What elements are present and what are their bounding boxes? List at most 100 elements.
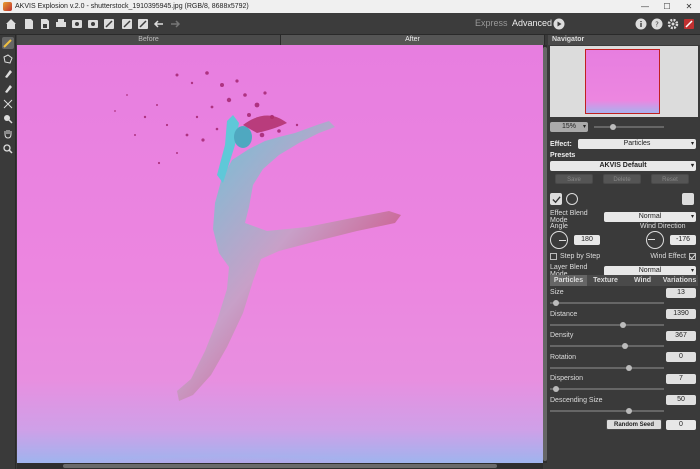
descending-size-input[interactable]: 50 xyxy=(666,395,696,405)
mask-brush-icon[interactable] xyxy=(2,83,14,95)
navigator-thumbnail[interactable] xyxy=(585,49,660,114)
settings-gear-icon[interactable] xyxy=(666,17,680,31)
size-input[interactable]: 13 xyxy=(666,287,696,298)
save-preset-button[interactable]: Save xyxy=(555,174,593,184)
step-by-step-label: Step by Step xyxy=(560,253,601,260)
presets-label: Presets xyxy=(550,152,576,159)
close-button[interactable]: ✕ xyxy=(678,0,700,13)
dispersion-slider[interactable] xyxy=(550,386,664,392)
help-icon[interactable]: ? xyxy=(650,17,664,31)
tab-wind[interactable]: Wind xyxy=(624,275,661,286)
dispersion-label: Dispersion xyxy=(550,375,584,382)
presets-select[interactable]: AKVIS Default ▾ xyxy=(550,161,696,171)
effect-blend-mode-label: Effect Blend Mode xyxy=(550,210,588,224)
delete-preset-button[interactable]: Delete xyxy=(603,174,641,184)
texture-mode-icon[interactable] xyxy=(566,193,578,205)
wind-effect-label: Wind Effect xyxy=(650,253,686,260)
size-slider-knob[interactable] xyxy=(553,300,559,306)
settings-panel: Navigator 15% ▾ Effect: Particles ▾ Preset… xyxy=(548,35,700,469)
view-tabs: Before After xyxy=(17,35,545,45)
effect-blend-mode-value: Normal xyxy=(638,213,662,220)
svg-text:?: ? xyxy=(655,21,659,29)
direction-brush-icon[interactable] xyxy=(2,37,14,49)
rotation-slider[interactable] xyxy=(550,364,664,371)
hand-icon[interactable] xyxy=(2,128,14,140)
distance-slider[interactable] xyxy=(550,321,664,328)
title-bar: AKVIS Explosion v.2.0 - shutterstock_191… xyxy=(0,0,700,13)
angle-dial[interactable] xyxy=(550,231,568,249)
undo-icon[interactable] xyxy=(152,17,166,31)
app-icon xyxy=(3,2,12,11)
color-picker-icon[interactable] xyxy=(2,113,14,125)
effect-select[interactable]: Particles ▾ xyxy=(578,139,696,149)
image-canvas[interactable] xyxy=(17,45,543,463)
vertical-scrollbar[interactable] xyxy=(543,45,547,463)
save-file-icon[interactable] xyxy=(38,17,52,31)
info-icon[interactable] xyxy=(634,17,648,31)
wind-direction-input[interactable]: -176 xyxy=(670,235,696,245)
reset-preset-button[interactable]: Reset xyxy=(651,174,689,184)
descending-size-slider-knob[interactable] xyxy=(626,407,632,414)
dispersion-slider-knob[interactable] xyxy=(553,386,559,392)
angle-label: Angle xyxy=(550,223,568,230)
tools-panel xyxy=(0,35,16,469)
tool-b-icon[interactable] xyxy=(136,17,150,31)
tab-before[interactable]: Before xyxy=(17,35,281,45)
effect-blend-mode-select[interactable]: Normal ▾ xyxy=(604,212,696,222)
angle-input[interactable]: 180 xyxy=(574,235,600,245)
zoom-slider[interactable] xyxy=(594,124,664,130)
advanced-mode-button[interactable]: Advanced xyxy=(512,18,552,28)
wind-direction-label: Wind Direction xyxy=(640,223,686,230)
open-file-icon[interactable] xyxy=(22,17,36,31)
zoom-slider-knob[interactable] xyxy=(610,124,616,130)
minimize-button[interactable]: — xyxy=(634,0,656,13)
zoom-select[interactable]: 15% ▾ xyxy=(550,122,588,132)
vertical-scroll-thumb[interactable] xyxy=(543,47,547,461)
run-icon[interactable] xyxy=(552,17,566,31)
batch-icon[interactable] xyxy=(70,17,84,31)
preferences-icon[interactable] xyxy=(682,17,696,31)
horizontal-scroll-thumb[interactable] xyxy=(63,464,497,468)
tool-a-icon[interactable] xyxy=(120,17,134,31)
descending-size-slider[interactable] xyxy=(550,407,664,414)
express-mode-button[interactable]: Express xyxy=(475,18,508,28)
tab-after[interactable]: After xyxy=(281,35,545,45)
random-seed-button[interactable]: Random Seed xyxy=(606,419,662,430)
selection-lasso-icon[interactable] xyxy=(2,53,14,65)
effect-value: Particles xyxy=(623,140,651,147)
tab-texture[interactable]: Texture xyxy=(587,275,624,286)
dancer-photo xyxy=(47,71,447,463)
eraser-icon[interactable] xyxy=(2,68,14,80)
size-slider[interactable] xyxy=(550,300,664,306)
wind-effect-checkbox[interactable] xyxy=(689,253,696,260)
print-icon[interactable] xyxy=(54,17,68,31)
step-by-step-checkbox[interactable] xyxy=(550,253,557,260)
maximize-button[interactable]: ☐ xyxy=(656,0,678,13)
home-icon[interactable] xyxy=(4,17,18,31)
redo-icon[interactable] xyxy=(168,17,182,31)
tab-variations[interactable]: Variations xyxy=(661,275,698,286)
apply-checkbox-icon[interactable] xyxy=(550,193,562,205)
navigator-preview[interactable] xyxy=(550,46,698,117)
effect-label: Effect: xyxy=(550,140,572,148)
horizontal-scrollbar[interactable] xyxy=(17,463,543,469)
random-seed-input[interactable]: 0 xyxy=(666,419,696,430)
density-slider[interactable] xyxy=(550,343,664,349)
dispersion-input[interactable]: 7 xyxy=(666,373,696,384)
background-icon[interactable] xyxy=(682,193,694,205)
size-label: Size xyxy=(550,289,564,296)
share-icon[interactable] xyxy=(86,17,100,31)
rotation-slider-knob[interactable] xyxy=(626,364,632,371)
zoom-value: 15% xyxy=(561,123,576,130)
brush-set-icon[interactable] xyxy=(102,17,116,31)
density-input[interactable]: 367 xyxy=(666,330,696,341)
wind-direction-dial[interactable] xyxy=(646,231,664,249)
density-slider-knob[interactable] xyxy=(622,343,628,349)
distance-slider-knob[interactable] xyxy=(620,321,626,328)
zoom-icon[interactable] xyxy=(2,143,14,155)
crop-icon[interactable] xyxy=(2,98,14,110)
rotation-input[interactable]: 0 xyxy=(666,352,696,362)
distance-input[interactable]: 1390 xyxy=(666,309,696,319)
rotation-label: Rotation xyxy=(550,353,577,361)
tab-particles[interactable]: Particles xyxy=(550,275,587,286)
